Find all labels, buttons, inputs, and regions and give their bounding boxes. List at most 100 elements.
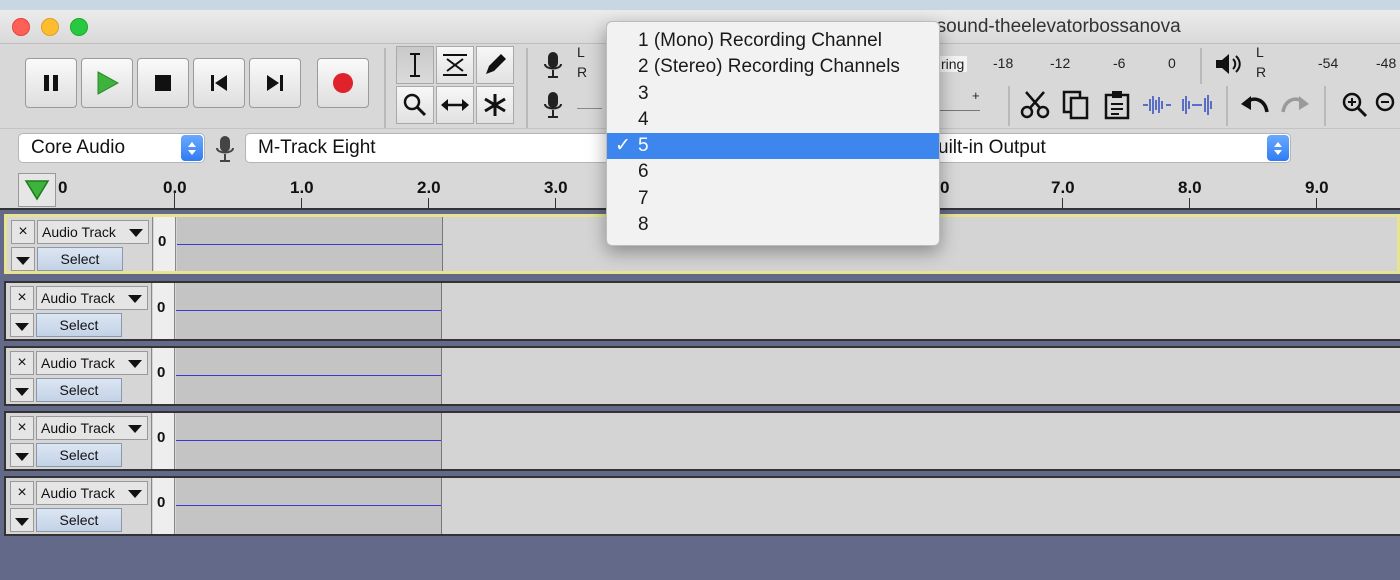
audio-clip[interactable] xyxy=(177,217,443,271)
track-vertical-ruler: 0 xyxy=(153,413,175,469)
track-select-button[interactable]: Select xyxy=(36,508,122,532)
green-triangle-icon xyxy=(24,180,50,201)
playback-meter-speaker-button[interactable] xyxy=(1210,45,1248,83)
microphone-icon xyxy=(544,52,562,78)
play-icon xyxy=(97,71,120,95)
track-name-button[interactable]: Audio Track xyxy=(36,416,148,440)
channels-menu-item-3[interactable]: 3 xyxy=(607,81,939,107)
track-collapse-button[interactable] xyxy=(10,313,34,337)
stop-button[interactable] xyxy=(137,58,189,108)
track-name-button[interactable]: Audio Track xyxy=(36,286,148,310)
undo-button[interactable] xyxy=(1236,86,1274,124)
track-close-button[interactable]: × xyxy=(10,351,34,375)
play-head-button[interactable] xyxy=(18,173,56,207)
track-control-panel: × Audio Track Select xyxy=(6,413,152,469)
speaker-icon xyxy=(1216,54,1241,74)
audio-host-select[interactable]: Core Audio xyxy=(18,133,205,163)
track-close-button[interactable]: × xyxy=(11,220,35,244)
channels-menu-item-1[interactable]: 1 (Mono) Recording Channel xyxy=(607,28,939,54)
play-button[interactable] xyxy=(81,58,133,108)
skip-start-icon xyxy=(211,75,227,91)
window-minimize-button[interactable] xyxy=(41,18,59,36)
record-volume-slider-remainder[interactable] xyxy=(938,110,980,111)
meter-tick-0: 0 xyxy=(1168,55,1176,71)
trim-audio-button[interactable] xyxy=(1138,86,1176,124)
record-volume-slider-track[interactable] xyxy=(577,108,602,109)
ruler-label: 3.0 xyxy=(544,178,568,197)
track-control-panel: × Audio Track Select xyxy=(6,348,152,404)
track-close-button[interactable]: × xyxy=(10,286,34,310)
record-meter-mic-button[interactable] xyxy=(534,46,572,84)
silence-audio-button[interactable] xyxy=(1178,86,1216,124)
paste-button[interactable] xyxy=(1098,86,1136,124)
chevron-down-icon xyxy=(128,360,142,368)
ruler-label: 9.0 xyxy=(1305,178,1329,197)
track-close-button[interactable]: × xyxy=(10,481,34,505)
track-vertical-ruler: 0 xyxy=(153,478,175,534)
track-name-label: Audio Track xyxy=(41,420,115,436)
copy-button[interactable] xyxy=(1057,86,1095,124)
zoom-tool-button[interactable] xyxy=(396,86,434,124)
pause-button[interactable] xyxy=(25,58,77,108)
track-name-button[interactable]: Audio Track xyxy=(36,481,148,505)
audio-clip[interactable] xyxy=(176,283,442,339)
track-select-button[interactable]: Select xyxy=(37,247,123,271)
record-meter-left-label: L xyxy=(577,44,585,60)
zoom-in-button[interactable] xyxy=(1336,86,1374,124)
channels-menu-item-5[interactable]: ✓ 5 xyxy=(607,133,939,160)
audio-clip[interactable] xyxy=(176,478,442,534)
undo-icon xyxy=(1241,96,1269,113)
audio-clip[interactable] xyxy=(176,413,442,469)
channels-menu-item-6[interactable]: 6 xyxy=(607,159,939,185)
zoom-out-button[interactable] xyxy=(1374,86,1400,124)
track-collapse-button[interactable] xyxy=(10,508,34,532)
record-volume-plus-label: + xyxy=(972,88,980,103)
audio-track-3[interactable]: × Audio Track Select 0 xyxy=(4,346,1400,406)
track-select-button[interactable]: Select xyxy=(36,313,122,337)
playback-device-select[interactable]: uilt-in Output xyxy=(934,133,1291,163)
multi-tool-button[interactable] xyxy=(476,86,514,124)
window-maximize-button[interactable] xyxy=(70,18,88,36)
pause-icon xyxy=(44,75,58,91)
skip-to-start-button[interactable] xyxy=(193,58,245,108)
audio-track-2[interactable]: × Audio Track Select 0 xyxy=(4,281,1400,341)
audio-track-5[interactable]: × Audio Track Select 0 xyxy=(4,476,1400,536)
ruler-tick xyxy=(1062,198,1063,208)
track-select-button[interactable]: Select xyxy=(36,443,122,467)
waveform-line xyxy=(176,440,441,441)
track-name-button[interactable]: Audio Track xyxy=(37,220,149,244)
menu-item-label: 8 xyxy=(638,214,649,236)
recording-device-select[interactable]: M-Track Eight xyxy=(245,133,617,163)
audio-track-4[interactable]: × Audio Track Select 0 xyxy=(4,411,1400,471)
checkmark-icon: ✓ xyxy=(615,135,631,157)
double-arrow-icon xyxy=(441,99,469,111)
ruler-tick xyxy=(1189,198,1190,208)
cut-button[interactable] xyxy=(1016,86,1054,124)
track-name-label: Audio Track xyxy=(41,355,115,371)
menu-item-label: 7 xyxy=(638,187,649,209)
menu-item-label: 6 xyxy=(638,161,649,183)
channels-menu-item-8[interactable]: 8 xyxy=(607,212,939,238)
track-name-button[interactable]: Audio Track xyxy=(36,351,148,375)
track-collapse-button[interactable] xyxy=(10,378,34,402)
window-close-button[interactable] xyxy=(12,18,30,36)
draw-tool-button[interactable] xyxy=(476,46,514,84)
playback-meter-left-label: L xyxy=(1256,44,1264,60)
track-select-button[interactable]: Select xyxy=(36,378,122,402)
audio-clip[interactable] xyxy=(176,348,442,404)
record-button[interactable] xyxy=(317,58,369,108)
track-collapse-button[interactable] xyxy=(10,443,34,467)
skip-to-end-button[interactable] xyxy=(249,58,301,108)
window-title: ~nsound-theelevatorbossanova xyxy=(915,16,1181,37)
track-collapse-button[interactable] xyxy=(11,247,35,271)
selection-tool-button[interactable] xyxy=(396,46,434,84)
track-close-button[interactable]: × xyxy=(10,416,34,440)
channels-menu-item-4[interactable]: 4 xyxy=(607,107,939,133)
time-shift-tool-button[interactable] xyxy=(436,86,474,124)
waveform-line xyxy=(176,310,441,311)
redo-button[interactable] xyxy=(1276,86,1314,124)
menu-item-label: 1 (Mono) Recording Channel xyxy=(638,30,882,51)
channels-menu-item-7[interactable]: 7 xyxy=(607,186,939,212)
channels-menu-item-2[interactable]: 2 (Stereo) Recording Channels xyxy=(607,54,939,80)
envelope-tool-button[interactable] xyxy=(436,46,474,84)
